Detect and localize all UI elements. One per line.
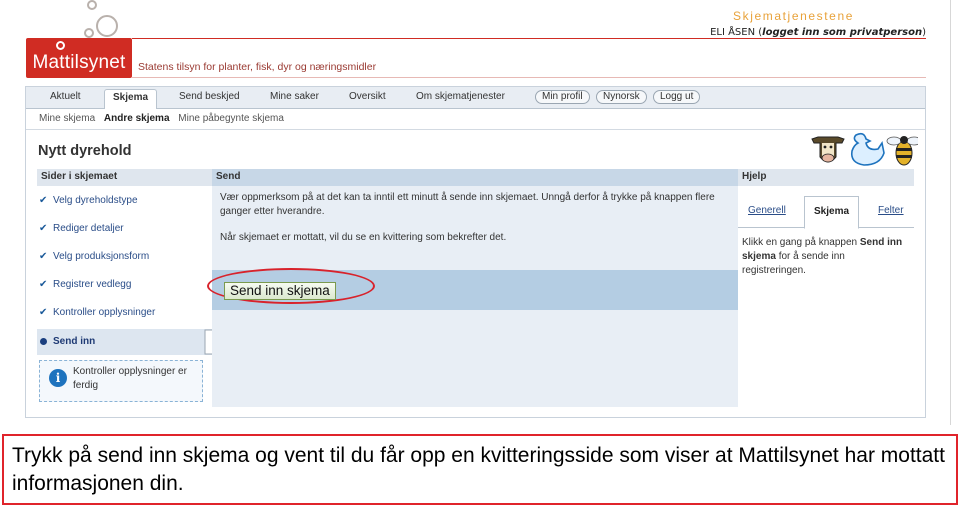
subnav-mine-skjema[interactable]: Mine skjema xyxy=(39,113,95,124)
current-step-dot-icon xyxy=(40,338,47,345)
checkmark-icon: ✔ xyxy=(39,195,48,206)
tab-om-skjematjenester[interactable]: Om skjematjenester xyxy=(416,91,505,102)
cow-icon xyxy=(811,136,845,163)
main-nav: Aktuelt Skjema Send beskjed Mine saker O… xyxy=(26,87,925,109)
step-kontroller-opplysninger[interactable]: ✔ Kontroller opplysninger xyxy=(37,300,213,326)
logo[interactable]: Mattilsynet xyxy=(26,38,132,78)
step-label: Rediger detaljer xyxy=(53,223,124,234)
step-label: Registrer vedlegg xyxy=(53,279,132,290)
info-icon: i xyxy=(49,369,67,387)
tagline: Statens tilsyn for planter, fisk, dyr og… xyxy=(138,61,377,73)
checkmark-icon: ✔ xyxy=(39,223,48,234)
screenshot-page: Mattilsynet Statens tilsyn for planter, … xyxy=(0,0,960,507)
step-registrer-vedlegg[interactable]: ✔ Registrer vedlegg xyxy=(37,272,213,298)
help-text: Klikk en gang på knappen Send inn skjema… xyxy=(742,236,908,278)
info-box: i Kontroller opplysninger er ferdig xyxy=(39,360,203,402)
help-text-prefix: Klikk en gang på knappen xyxy=(742,237,858,248)
steps-list: ✔ Velg dyreholdstype ✔ Rediger detaljer … xyxy=(37,186,224,407)
tab-mine-saker[interactable]: Mine saker xyxy=(270,91,319,102)
login-status: logget inn som privatperson xyxy=(762,27,923,38)
bee-icon xyxy=(886,136,918,166)
help-tabs: Generell Skjema Felter xyxy=(738,194,914,229)
subnav-andre-skjema[interactable]: Andre skjema xyxy=(104,113,170,124)
step-label: Kontroller opplysninger xyxy=(53,307,156,318)
animals-icon xyxy=(811,132,918,166)
send-inn-skjema-button[interactable]: Send inn skjema xyxy=(224,282,336,300)
logg-ut-button[interactable]: Logg ut xyxy=(653,90,701,104)
nynorsk-button[interactable]: Nynorsk xyxy=(596,90,647,104)
tab-aktuelt[interactable]: Aktuelt xyxy=(50,91,81,102)
subnav-mine-paabegynte-skjema[interactable]: Mine påbegynte skjema xyxy=(178,113,284,124)
help-tab-skjema[interactable]: Skjema xyxy=(804,196,860,229)
step-rediger-detaljer[interactable]: ✔ Rediger detaljer xyxy=(37,216,213,242)
page-edge-line xyxy=(950,0,951,425)
checkmark-icon: ✔ xyxy=(39,251,48,262)
service-name: Skjematjenestene xyxy=(733,9,854,23)
info-text: Kontroller opplysninger er ferdig xyxy=(73,366,187,391)
step-send-inn[interactable]: Send inn xyxy=(37,329,224,355)
checkmark-icon: ✔ xyxy=(39,279,48,290)
help-tab-felter[interactable]: Felter xyxy=(878,205,904,216)
receipt-message: Når skjemaet er mottatt, vil du se en kv… xyxy=(220,232,507,243)
subnav-divider xyxy=(26,129,925,130)
step-label: Velg produksjonsform xyxy=(53,251,150,262)
warning-message: Vær oppmerksom på at det kan ta inntil e… xyxy=(220,192,715,217)
logo-text: Mattilsynet xyxy=(32,52,126,73)
sub-nav: Mine skjema Andre skjema Mine påbegynte … xyxy=(39,113,290,124)
send-header: Send xyxy=(212,169,738,186)
instruction-caption: Trykk på send inn skjema og vent til du … xyxy=(2,434,958,505)
chicken-icon xyxy=(850,132,885,166)
step-velg-dyreholdstype[interactable]: ✔ Velg dyreholdstype xyxy=(37,188,213,214)
logo-ring-icon xyxy=(56,41,65,50)
header-rule-secondary xyxy=(132,77,926,78)
page-title: Nytt dyrehold xyxy=(38,143,132,159)
step-velg-produksjonsform[interactable]: ✔ Velg produksjonsform xyxy=(37,244,213,270)
help-header: Hjelp xyxy=(738,169,914,186)
tab-skjema[interactable]: Skjema xyxy=(104,89,158,109)
steps-header: Sider i skjemaet xyxy=(37,169,213,186)
tab-oversikt[interactable]: Oversikt xyxy=(349,91,386,102)
step-label: Velg dyreholdstype xyxy=(53,195,138,206)
min-profil-button[interactable]: Min profil xyxy=(535,90,590,104)
help-panel: Generell Skjema Felter Klikk en gang på … xyxy=(738,186,914,407)
button-band: Send inn skjema xyxy=(207,268,738,310)
tab-send-beskjed[interactable]: Send beskjed xyxy=(179,91,240,102)
checkmark-icon: ✔ xyxy=(39,307,48,318)
header-rule xyxy=(132,38,926,39)
step-label: Send inn xyxy=(53,336,96,347)
user-info: ELI ÅSEN (logget inn som privatperson) xyxy=(710,27,926,38)
user-name: ELI ÅSEN xyxy=(710,27,756,38)
caption-text: Trykk på send inn skjema og vent til du … xyxy=(12,444,945,495)
help-tab-generell[interactable]: Generell xyxy=(748,205,786,216)
main-frame: Aktuelt Skjema Send beskjed Mine saker O… xyxy=(25,86,926,418)
send-panel: Vær oppmerksom på at det kan ta inntil e… xyxy=(207,186,738,407)
